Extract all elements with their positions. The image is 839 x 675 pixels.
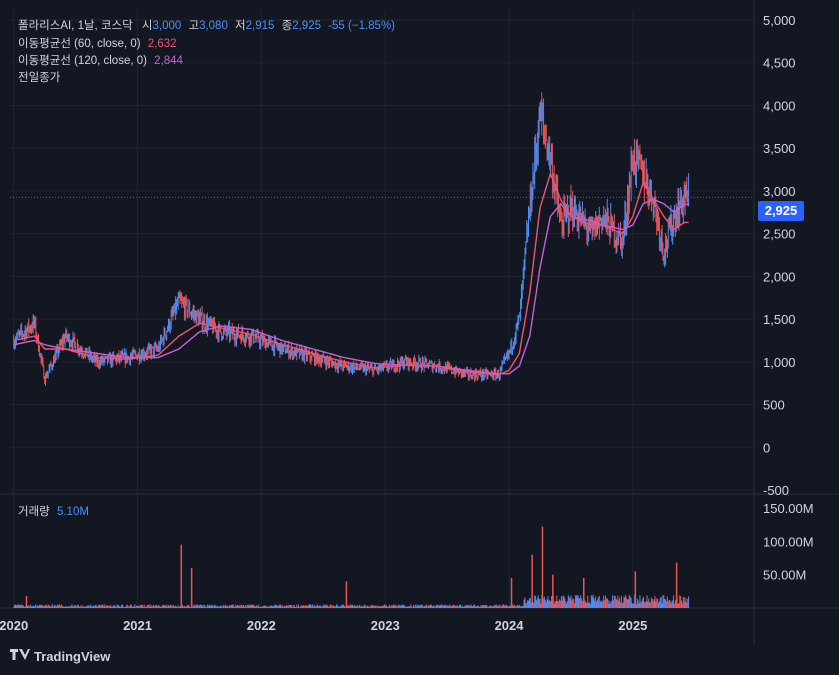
y-tick-label: 1,500 bbox=[763, 312, 796, 327]
volume-value: 5.10M bbox=[56, 506, 89, 518]
volume-label: 거래량 bbox=[18, 506, 50, 518]
y-tick-label: 2,000 bbox=[763, 269, 796, 284]
x-tick-label: 2024 bbox=[495, 618, 525, 633]
legend-close-value: 2,925 bbox=[292, 20, 321, 32]
volume-tick-label: 50.00M bbox=[763, 568, 806, 583]
last-price-tag: 2,925 bbox=[758, 201, 804, 221]
y-tick-label: -500 bbox=[763, 483, 789, 498]
tradingview-logo-icon bbox=[10, 649, 30, 664]
chart-canvas[interactable]: 5,000 4,500 4,000 3,500 3,000 2,500 2,000 1,500… bbox=[0, 0, 839, 675]
x-tick-label: 2025 bbox=[618, 618, 647, 633]
ma60-label: 이동평균선 (60, close, 0) bbox=[18, 38, 141, 50]
tradingview-brand[interactable]: TradingView bbox=[10, 649, 110, 664]
volume-tick-label: 100.00M bbox=[763, 534, 814, 549]
legend-low-value: 2,915 bbox=[245, 20, 275, 32]
legend-high-value: 3,080 bbox=[199, 20, 228, 32]
y-tick-label: 5,000 bbox=[763, 13, 796, 28]
tradingview-wordmark: TradingView bbox=[34, 649, 111, 664]
legend-open-value: 3,000 bbox=[152, 20, 182, 32]
legend-prev-close[interactable]: 전일종가 bbox=[18, 71, 60, 85]
y-tick-label: 4,000 bbox=[763, 98, 796, 113]
ma60-line bbox=[13, 171, 689, 376]
legend-change: -55 (−1.85%) bbox=[328, 20, 396, 32]
legend-symbol: 폴라리스AI, 1날, 코스닥 bbox=[18, 20, 133, 32]
legend-close-label: 종 bbox=[281, 20, 293, 32]
y-tick-label: 1,000 bbox=[763, 355, 796, 370]
x-tick-label: 2022 bbox=[247, 618, 276, 633]
x-tick-label: 2021 bbox=[123, 618, 152, 633]
x-tick-label: 2020 bbox=[0, 618, 28, 633]
x-tick-label: 2023 bbox=[371, 618, 400, 633]
y-tick-label: 3,000 bbox=[763, 184, 796, 199]
legend-open-label: 시 bbox=[141, 20, 153, 32]
y-tick-label: 2,500 bbox=[763, 227, 796, 242]
legend-ma120[interactable]: 이동평균선 (120, close, 0) 2,844 bbox=[18, 54, 183, 68]
ma60-value: 2,632 bbox=[147, 38, 177, 50]
legend-volume[interactable]: 거래량 5.10M bbox=[18, 505, 89, 519]
legend-high-label: 고 bbox=[188, 20, 200, 32]
volume-tick-label: 150.00M bbox=[763, 501, 814, 516]
chart-frame: 5,000 4,500 4,000 3,500 3,000 2,500 2,000 1,500… bbox=[0, 0, 839, 675]
y-tick-label: 3,500 bbox=[763, 141, 796, 156]
legend-ma60[interactable]: 이동평균선 (60, close, 0) 2,632 bbox=[18, 37, 177, 51]
legend-low-label: 저 bbox=[235, 20, 246, 32]
legend-ohlc: 폴라리스AI, 1날, 코스닥 시3,000 고3,080 저2,915 종2,… bbox=[18, 19, 395, 33]
y-tick-label: 0 bbox=[763, 440, 770, 455]
y-tick-label: 4,500 bbox=[763, 56, 796, 71]
ma120-label: 이동평균선 (120, close, 0) bbox=[18, 55, 147, 67]
y-tick-label: 500 bbox=[763, 398, 785, 413]
ma120-value: 2,844 bbox=[154, 55, 183, 67]
prev-close-label: 전일종가 bbox=[18, 72, 61, 84]
